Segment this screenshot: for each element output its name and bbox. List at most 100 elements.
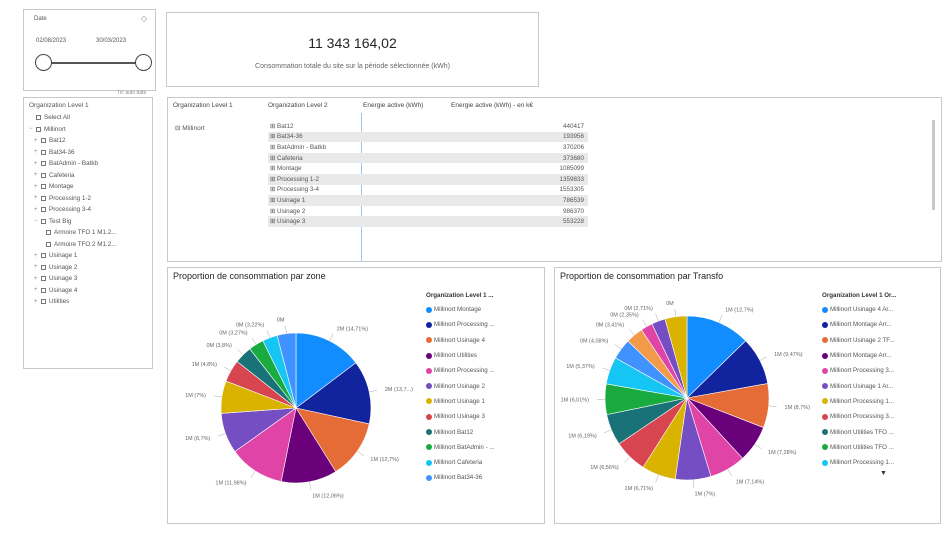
checkbox[interactable] bbox=[41, 207, 46, 213]
slicer-item[interactable]: Armoire TFO 1 M1.2... bbox=[29, 227, 150, 239]
legend-item[interactable]: Millinort Processing ... bbox=[426, 363, 495, 378]
eraser-icon[interactable]: ◇ bbox=[141, 14, 147, 23]
slicer-item[interactable]: + Usinage 2 bbox=[29, 262, 150, 274]
slicer-item[interactable]: − Test Big bbox=[29, 216, 150, 228]
expand-toggle-icon[interactable]: − bbox=[34, 218, 41, 224]
expand-toggle-icon[interactable]: + bbox=[34, 299, 41, 305]
legend-item[interactable]: Millinort Processing 1... bbox=[822, 394, 896, 409]
expand-toggle-icon[interactable]: + bbox=[34, 276, 41, 282]
slider-end-handle[interactable] bbox=[135, 54, 152, 71]
legend-item[interactable]: Millinort Usinage 1 Ar... bbox=[822, 378, 896, 393]
table-row[interactable]: ⊞ Montage 1085099 bbox=[268, 163, 588, 174]
legend-item[interactable]: Millinort Bat34-36 bbox=[426, 470, 495, 485]
legend-item[interactable]: Millinort Processing ... bbox=[426, 317, 495, 332]
checkbox[interactable] bbox=[41, 299, 46, 305]
legend-item[interactable]: Millinort Usinage 2 TF... bbox=[822, 333, 896, 348]
expand-toggle-icon[interactable]: + bbox=[34, 149, 41, 155]
checkbox[interactable] bbox=[36, 126, 41, 132]
slicer-item[interactable]: + Bat12 bbox=[29, 135, 150, 147]
legend-item[interactable]: Millinort BatAdmin - ... bbox=[426, 440, 495, 455]
table-row[interactable]: ⊞ Processing 3-4 1553305 bbox=[268, 185, 588, 196]
slicer-item[interactable]: + BatAdmin - Batkb bbox=[29, 158, 150, 170]
checkbox[interactable] bbox=[46, 241, 51, 247]
legend-scroll-down-icon[interactable]: ▼ bbox=[880, 470, 896, 477]
legend-item[interactable]: Millinort Usinage 4 bbox=[426, 333, 495, 348]
table-row[interactable]: ⊞ Bat34-36 193956 bbox=[268, 131, 588, 143]
legend-item[interactable]: Millinort Usinage 4 Ar... bbox=[822, 302, 896, 317]
col-header-level2[interactable]: Organization Level 2 bbox=[268, 102, 363, 109]
checkbox[interactable] bbox=[41, 264, 46, 270]
checkbox[interactable] bbox=[46, 230, 51, 236]
slicer-item[interactable]: Armoire TFO 2 M1.2... bbox=[29, 239, 150, 251]
legend-item[interactable]: Millinort Utilities TFO ... bbox=[822, 440, 896, 455]
matrix-scrollbar[interactable] bbox=[932, 120, 935, 210]
row-label: ⊞ Bat34-36 bbox=[270, 133, 303, 141]
slider-start-handle[interactable] bbox=[35, 54, 52, 71]
expand-toggle-icon[interactable]: + bbox=[34, 287, 41, 293]
col-header-energy[interactable]: Energie active (kWh) bbox=[363, 102, 451, 109]
checkbox[interactable] bbox=[41, 172, 46, 178]
expand-toggle-icon[interactable]: + bbox=[34, 161, 41, 167]
table-row[interactable]: ⊞ Processing 1-2 1359833 bbox=[268, 173, 588, 185]
checkbox[interactable] bbox=[41, 138, 46, 144]
expand-toggle-icon[interactable]: + bbox=[34, 195, 41, 201]
start-date-input[interactable]: 02/08/2023 bbox=[36, 38, 66, 44]
checkbox[interactable] bbox=[36, 115, 41, 121]
legend-item[interactable]: Millinort Utilities TFO ... bbox=[822, 424, 896, 439]
expand-toggle-icon[interactable]: − bbox=[29, 126, 36, 132]
checkbox[interactable] bbox=[41, 253, 46, 259]
expand-toggle-icon[interactable]: + bbox=[34, 253, 41, 259]
checkbox[interactable] bbox=[41, 287, 46, 293]
checkbox[interactable] bbox=[41, 218, 46, 224]
table-row[interactable]: ⊞ Usinage 1 786539 bbox=[268, 195, 588, 206]
expand-toggle-icon[interactable]: + bbox=[34, 138, 41, 144]
slicer-item[interactable]: + Processing 1-2 bbox=[29, 193, 150, 205]
legend-item[interactable]: Millinort Montage Arr... bbox=[822, 317, 896, 332]
matrix-level1-cell[interactable]: ⊟ Millinort bbox=[175, 124, 205, 132]
legend-item[interactable]: Millinort Processing 1... bbox=[822, 455, 896, 470]
slicer-item[interactable]: + Montage bbox=[29, 181, 150, 193]
legend-item[interactable]: Millinort Montage Arr... bbox=[822, 348, 896, 363]
matrix-rows: ⊞ Bat12 440417 ⊞ Bat34-36 193956 ⊞ BatAdmin … bbox=[268, 121, 588, 227]
legend-item[interactable]: Millinort Cafeteria bbox=[426, 455, 495, 470]
expand-toggle-icon[interactable]: + bbox=[34, 184, 41, 190]
slicer-item[interactable]: + Processing 3-4 bbox=[29, 204, 150, 216]
expand-toggle-icon[interactable]: + bbox=[34, 207, 41, 213]
slicer-item[interactable]: Select All bbox=[29, 112, 150, 124]
table-row[interactable]: ⊞ Cafeteria 373680 bbox=[268, 152, 588, 164]
table-row[interactable]: ⊞ BatAdmin - Batkb 370206 bbox=[268, 142, 588, 153]
checkbox[interactable] bbox=[41, 276, 46, 282]
expand-toggle-icon[interactable]: + bbox=[34, 172, 41, 178]
legend-item[interactable]: Millinort Usinage 3 bbox=[426, 409, 495, 424]
slicer-item[interactable]: + Cafeteria bbox=[29, 170, 150, 182]
pie-data-label: 1M (7,28%) bbox=[768, 450, 797, 456]
table-row[interactable]: ⊞ Bat12 440417 bbox=[268, 121, 588, 132]
legend-item[interactable]: Millinort Processing 3... bbox=[822, 409, 896, 424]
table-row[interactable]: ⊞ Usinage 3 553228 bbox=[268, 216, 588, 227]
slicer-item[interactable]: + Utilities bbox=[29, 296, 150, 308]
expand-toggle-icon[interactable]: + bbox=[34, 264, 41, 270]
table-row[interactable]: ⊞ Usinage 2 986370 bbox=[268, 206, 588, 217]
slicer-item[interactable]: + Bat34-36 bbox=[29, 147, 150, 159]
end-date-input[interactable]: 30/03/2023 bbox=[96, 38, 126, 44]
legend-item[interactable]: Millinort Bat12 bbox=[426, 424, 495, 439]
legend-dot-icon bbox=[426, 398, 432, 405]
checkbox[interactable] bbox=[41, 184, 46, 190]
legend-item[interactable]: Millinort Processing 3... bbox=[822, 363, 896, 378]
col-header-energy-keur[interactable]: Energie active (kWh) - en k€ bbox=[451, 102, 571, 109]
legend-item[interactable]: Millinort Montage bbox=[426, 302, 495, 317]
checkbox[interactable] bbox=[41, 149, 46, 155]
checkbox[interactable] bbox=[41, 195, 46, 201]
pie-data-label: 1M (7%) bbox=[694, 492, 715, 498]
slicer-item[interactable]: + Usinage 4 bbox=[29, 285, 150, 297]
col-header-level1[interactable]: Organization Level 1 bbox=[173, 102, 268, 109]
pie-data-label: 0M (2,35%) bbox=[610, 312, 639, 318]
legend-label: Millinort Usinage 4 bbox=[434, 336, 485, 344]
legend-item[interactable]: Millinort Usinage 1 bbox=[426, 394, 495, 409]
slicer-item[interactable]: + Usinage 1 bbox=[29, 250, 150, 262]
slicer-item[interactable]: + Usinage 3 bbox=[29, 273, 150, 285]
checkbox[interactable] bbox=[41, 161, 46, 167]
slicer-item[interactable]: − Millinort bbox=[29, 124, 150, 136]
legend-item[interactable]: Millinort Usinage 2 bbox=[426, 378, 495, 393]
legend-item[interactable]: Millinort Utilities bbox=[426, 348, 495, 363]
